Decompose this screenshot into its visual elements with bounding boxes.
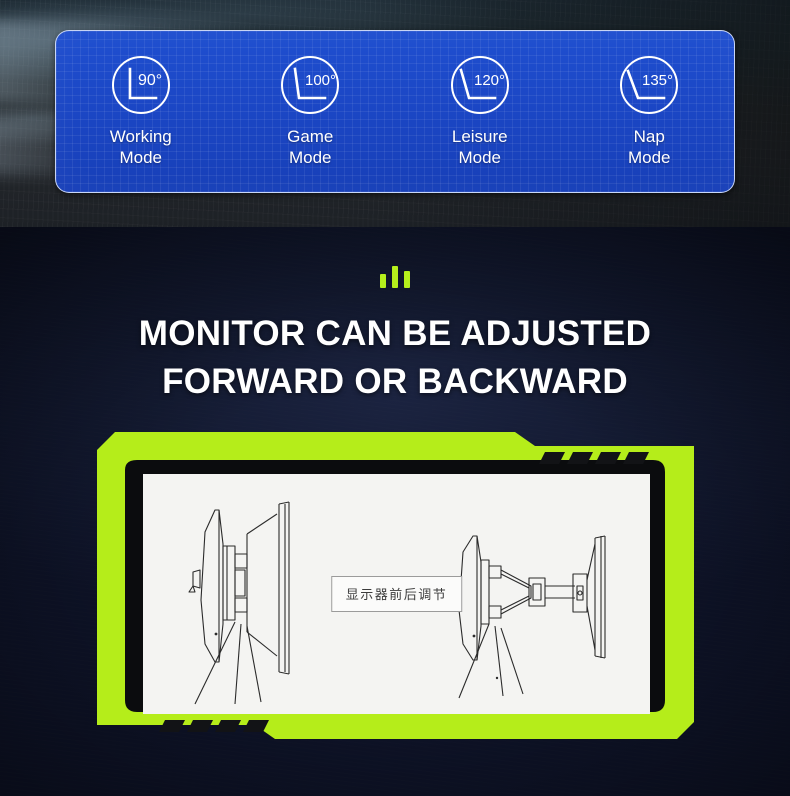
angle-100-value: 100° — [305, 72, 336, 89]
page-title: MONITOR CAN BE ADJUSTED FORWARD OR BACKW… — [138, 314, 652, 401]
angle-100-icon: 100° — [281, 56, 340, 114]
modes-list: 90° Working Mode 100° Game Mode 120° Lei… — [56, 31, 734, 192]
mode-item-game[interactable]: 100° Game Mode — [235, 53, 385, 168]
mode-item-leisure[interactable]: 120° Leisure Mode — [405, 53, 555, 168]
top-photo-banner: 90° Working Mode 100° Game Mode 120° Lei… — [0, 0, 790, 227]
mode-label-nap: Nap Mode — [627, 127, 671, 167]
angle-120-icon: 120° — [450, 56, 509, 114]
angle-135-icon: 135° — [620, 56, 679, 114]
angle-90-icon: 90° — [111, 56, 170, 114]
accent-bar-3 — [404, 271, 410, 288]
mode-label-game: Game Mode — [287, 127, 334, 167]
accent-bar-1 — [380, 274, 386, 288]
diagram-left-retracted — [188, 501, 290, 705]
angle-90-value: 90° — [138, 72, 162, 89]
mode-item-working[interactable]: 90° Working Mode — [66, 53, 216, 168]
mode-label-working: Working Mode — [109, 127, 172, 167]
diagram-right-extended — [446, 535, 606, 699]
accent-bar-2 — [392, 266, 398, 288]
diagram-caption-text: 显示器前后调节 — [345, 588, 448, 603]
device-mockup: 显示器前后调节 — [97, 432, 694, 757]
angle-135-value: 135° — [642, 72, 673, 89]
page-root: 90° Working Mode 100° Game Mode 120° Lei… — [0, 0, 790, 796]
diagram-caption-box: 显示器前后调节 — [330, 576, 463, 612]
accent-bars-decoration — [0, 264, 790, 288]
device-screen: 显示器前后调节 — [143, 474, 650, 714]
mode-label-leisure: Leisure Mode — [451, 127, 508, 167]
angle-120-value: 120° — [474, 72, 505, 89]
mode-item-nap[interactable]: 135° Nap Mode — [574, 53, 724, 168]
modes-panel: 90° Working Mode 100° Game Mode 120° Lei… — [55, 30, 735, 193]
